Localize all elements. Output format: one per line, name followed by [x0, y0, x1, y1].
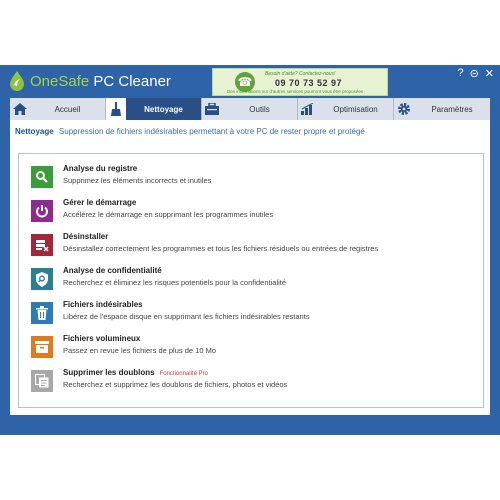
tab-parametres[interactable]: Paramètres	[394, 98, 490, 120]
tool-description: Accélérez le démarrage en supprimant les…	[63, 210, 274, 219]
app-title-name: PC Cleaner	[93, 72, 171, 90]
app-title: OneSafe PC Cleaner	[30, 73, 171, 90]
support-note: Des informations sur d'autres services p…	[227, 89, 364, 94]
pro-feature-badge: Fonctionnalité Pro	[159, 371, 208, 377]
tool-desinstaller[interactable]: Désinstaller Désinstallez correctement l…	[31, 232, 378, 262]
tab-outils[interactable]: Outils	[202, 98, 298, 120]
tool-title: Gérer le démarrage	[63, 198, 137, 207]
tool-title: Fichiers volumineux	[63, 334, 141, 343]
toolbox-icon	[202, 98, 222, 120]
tool-title: Fichiers indésirables	[63, 300, 143, 309]
search-icon	[31, 166, 53, 188]
tool-analyse-confidentialite[interactable]: Analyse de confidentialité Recherchez et…	[31, 266, 286, 296]
bar-chart-icon	[298, 98, 318, 120]
uninstall-icon	[31, 234, 53, 256]
window-controls: ? ⊝ ✕	[457, 67, 494, 80]
tool-title-text: Supprimer les doublons	[63, 368, 155, 377]
section-description: Suppression de fichiers indésirables per…	[58, 127, 365, 136]
support-banner[interactable]: ☎ Besoin d'aide? Contactez-nous! 09 70 7…	[212, 68, 388, 96]
tab-label: Accueil	[54, 104, 81, 114]
trash-icon	[31, 302, 53, 324]
support-help-text: Besoin d'aide? Contactez-nous!	[265, 71, 336, 77]
privacy-shield-icon	[31, 268, 53, 290]
tool-title: Désinstaller	[63, 232, 109, 241]
tool-description: Passez en revue les fichiers de plus de …	[63, 346, 216, 355]
tool-description: Supprimez les éléments incorrects et inu…	[63, 176, 212, 185]
tab-label: Nettoyage	[144, 104, 183, 114]
app-logo: OneSafe PC Cleaner	[8, 70, 171, 92]
app-title-brand: OneSafe	[30, 72, 90, 90]
tool-description: Désinstallez correctement les programmes…	[63, 244, 379, 253]
tool-title: Supprimer les doublons Fonctionnalité Pro	[63, 368, 287, 377]
app-window: OneSafe PC Cleaner ☎ Besoin d'aide? Cont…	[0, 65, 500, 435]
tab-nettoyage[interactable]: Nettoyage	[106, 98, 202, 120]
close-button[interactable]: ✕	[485, 67, 494, 80]
tool-description: Libérez de l'espace disque en supprimant…	[63, 312, 310, 321]
tab-label: Optimisation	[333, 104, 378, 114]
power-icon	[31, 200, 53, 222]
broom-icon	[106, 98, 126, 120]
section-title: Nettoyage	[15, 127, 54, 136]
tool-title: Analyse du registre	[63, 164, 138, 173]
minimize-button[interactable]: ⊝	[470, 67, 479, 80]
tools-list: Analyse du registre Supprimez les élémen…	[18, 153, 484, 408]
tab-label: Paramètres	[431, 104, 473, 114]
tool-fichiers-indesirables[interactable]: Fichiers indésirables Libérez de l'espac…	[31, 300, 310, 330]
tab-optimisation[interactable]: Optimisation	[298, 98, 394, 120]
tool-title: Analyse de confidentialité	[63, 266, 162, 275]
gear-icon	[394, 98, 414, 120]
section-header: Nettoyage Suppression de fichiers indési…	[15, 127, 365, 136]
content-panel: Nettoyage Suppression de fichiers indési…	[10, 120, 490, 415]
tab-accueil[interactable]: Accueil	[10, 98, 106, 120]
support-phone: 09 70 73 52 97	[275, 78, 343, 88]
duplicate-icon	[31, 370, 53, 392]
tool-description: Recherchez et supprimez les doublons de …	[63, 380, 288, 389]
main-tabs: Accueil Nettoyage Outils Optimisation Pa…	[10, 98, 490, 120]
tool-supprimer-doublons[interactable]: Supprimer les doublons Fonctionnalité Pro…	[31, 368, 287, 398]
help-button[interactable]: ?	[457, 67, 463, 80]
title-bar: OneSafe PC Cleaner ☎ Besoin d'aide? Cont…	[0, 65, 500, 97]
tool-gerer-demarrage[interactable]: Gérer le démarrage Accélérez le démarrag…	[31, 198, 273, 228]
large-file-icon	[31, 336, 53, 358]
tool-analyse-registre[interactable]: Analyse du registre Supprimez les élémen…	[31, 164, 211, 194]
home-icon	[10, 98, 30, 120]
tab-label: Outils	[249, 104, 270, 114]
tool-description: Recherchez et éliminez les risques poten…	[63, 278, 287, 287]
leaf-drop-icon	[10, 71, 24, 91]
tool-fichiers-volumineux[interactable]: Fichiers volumineux Passez en revue les …	[31, 334, 216, 364]
